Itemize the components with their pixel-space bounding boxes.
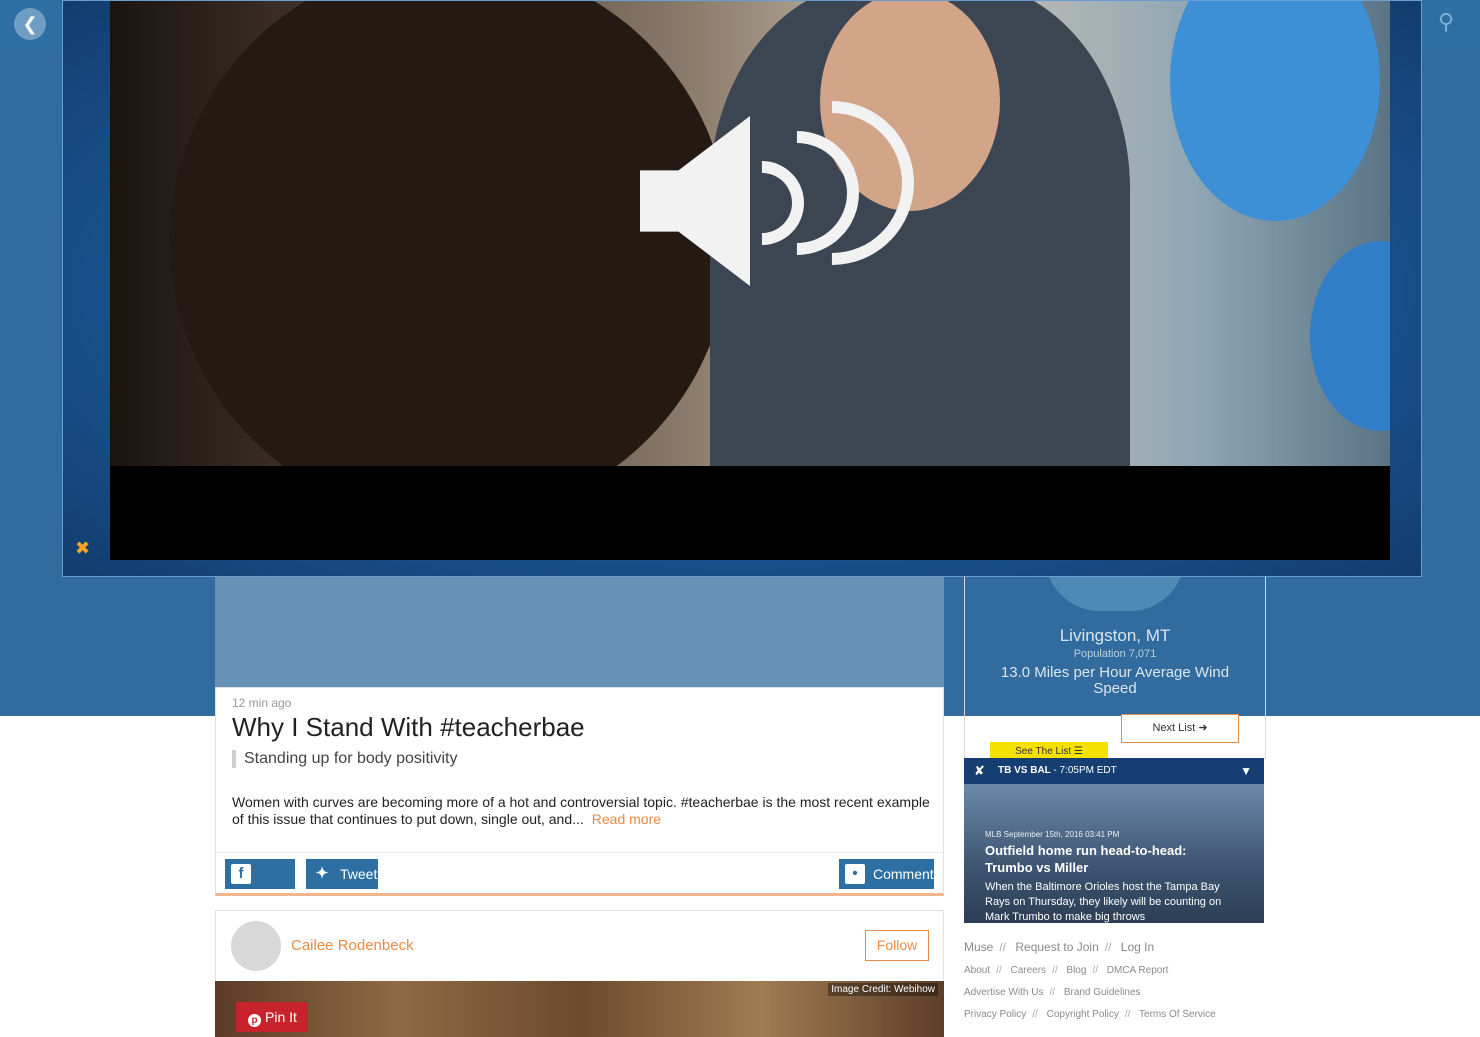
list-icon: ☰ xyxy=(1073,746,1083,757)
facebook-icon: f xyxy=(231,864,251,884)
sidebar: Livingston, MT Population 7,071 13.0 Mil… xyxy=(964,556,1266,1037)
footer-link-careers[interactable]: Careers xyxy=(1010,965,1046,976)
author-card: Cailee Rodenbeck Follow xyxy=(215,910,944,982)
next-list-label: Next List xyxy=(1152,722,1196,734)
scoreboard-time: - 7:05PM EDT xyxy=(1053,765,1117,776)
footer-link-login[interactable]: Log In xyxy=(1121,940,1154,954)
article-title[interactable]: Why I Stand With #teacherbae xyxy=(232,712,585,743)
article-excerpt: Women with curves are becoming more of a… xyxy=(232,794,932,828)
avatar[interactable] xyxy=(231,921,281,971)
excerpt-text: Women with curves are becoming more of a… xyxy=(232,794,930,827)
scoreboard-game: TB VS BAL - 7:05PM EDT xyxy=(998,758,1117,784)
search-icon[interactable]: ⚲ xyxy=(1438,10,1462,34)
video-frame-figure xyxy=(170,1,730,466)
footer-links-row4: Privacy Policy // Copyright Policy // Term… xyxy=(964,1009,1222,1020)
footer-link-about[interactable]: About xyxy=(964,965,990,976)
arrow-right-icon: ➜ xyxy=(1198,722,1208,734)
article-card: 12 min ago Why I Stand With #teacherbae … xyxy=(215,687,944,912)
footer-separator: // xyxy=(999,940,1007,954)
footer-link-dmca[interactable]: DMCA Report xyxy=(1107,965,1169,976)
pin-label: Pin It xyxy=(265,1009,297,1025)
hero-image xyxy=(215,576,944,687)
story-meta: MLB September 15th, 2016 03:41 PM xyxy=(985,830,1120,839)
video-control-bar[interactable] xyxy=(110,466,1390,560)
follow-button[interactable]: Follow xyxy=(865,930,929,961)
image-credit: Image Credit: Webihow xyxy=(828,983,938,996)
back-icon[interactable]: ❮ xyxy=(14,8,46,40)
scoreboard-story[interactable]: MLB September 15th, 2016 03:41 PM Outfie… xyxy=(964,784,1264,923)
read-more-link[interactable]: Read more xyxy=(592,811,661,827)
article-column: 12 min ago Why I Stand With #teacherbae … xyxy=(215,687,944,1037)
see-list-label: See The List xyxy=(1015,746,1072,757)
scoreboard-teams: TB VS BAL xyxy=(998,765,1051,776)
share-button[interactable]: fShare xyxy=(225,859,295,912)
story-title[interactable]: Outfield home run head-to-head: Trumbo v… xyxy=(985,842,1225,876)
video-frame-balloon xyxy=(1170,1,1380,221)
divider xyxy=(216,852,943,853)
scoreboard-header[interactable]: ✘ TB VS BAL - 7:05PM EDT ▼ xyxy=(964,758,1264,784)
comment-label: Comment xyxy=(873,866,934,882)
footer-separator: // xyxy=(1052,965,1058,976)
article-time: 12 min ago xyxy=(232,696,292,710)
footer-link-privacy[interactable]: Privacy Policy xyxy=(964,1009,1026,1020)
video-player[interactable] xyxy=(110,1,1390,466)
footer-separator: // xyxy=(1032,1009,1038,1020)
footer-separator: // xyxy=(996,965,1002,976)
tweet-button[interactable]: ✦ Tweet xyxy=(306,859,378,889)
share-badge-icon[interactable]: ✖ xyxy=(75,537,97,559)
next-list-button[interactable]: Next List ➜ xyxy=(1121,714,1239,743)
footer-links-row3: Advertise With Us // Brand Guidelines xyxy=(964,987,1147,998)
footer-separator: // xyxy=(1104,940,1112,954)
list-population: Population 7,071 xyxy=(1073,648,1157,660)
pin-it-button[interactable]: p Pin It xyxy=(236,1002,308,1032)
list-city: Livingston, MT xyxy=(1059,626,1171,645)
footer-link-copyright[interactable]: Copyright Policy xyxy=(1047,1009,1119,1020)
story-text: When the Baltimore Orioles host the Tamp… xyxy=(985,881,1222,923)
footer-link-blog[interactable]: Blog xyxy=(1066,965,1086,976)
footer-separator: // xyxy=(1092,965,1098,976)
footer-link-muse[interactable]: Muse xyxy=(964,940,993,954)
baseball-bat-icon: ✘ xyxy=(974,763,985,778)
tweet-label: Tweet xyxy=(340,866,378,882)
chevron-down-icon[interactable]: ▼ xyxy=(1240,758,1252,784)
footer-link-request[interactable]: Request to Join xyxy=(1015,940,1098,954)
comment-icon: • xyxy=(845,864,865,884)
author-name[interactable]: Cailee Rodenbeck xyxy=(291,937,414,954)
list-widget: Livingston, MT Population 7,071 13.0 Mil… xyxy=(964,556,1266,759)
video-modal: ✖ xyxy=(62,0,1422,577)
list-stat: 13.0 Miles per Hour Average Wind Speed xyxy=(1000,664,1230,697)
footer-separator: // xyxy=(1049,987,1056,998)
footer-links-row2: About // Careers // Blog // DMCA Report xyxy=(964,965,1174,976)
footer-link-advertise[interactable]: Advertise With Us xyxy=(964,987,1043,998)
video-frame-balloon xyxy=(1310,241,1390,431)
footer-separator: // xyxy=(1124,1009,1131,1020)
comment-button[interactable]: • Comment xyxy=(839,859,934,889)
footer-link-terms[interactable]: Terms Of Service xyxy=(1139,1009,1216,1020)
see-the-list-button[interactable]: See The List ☰ xyxy=(990,742,1108,758)
twitter-icon: ✦ xyxy=(315,865,329,882)
pinterest-icon: p xyxy=(248,1014,261,1027)
footer-link-brand[interactable]: Brand Guidelines xyxy=(1064,987,1141,998)
article-image: Image Credit: Webihow p Pin It xyxy=(215,981,944,1037)
footer-links-primary: Muse // Request to Join // Log In xyxy=(964,940,1160,954)
article-subtitle: Standing up for body positivity xyxy=(232,750,457,768)
